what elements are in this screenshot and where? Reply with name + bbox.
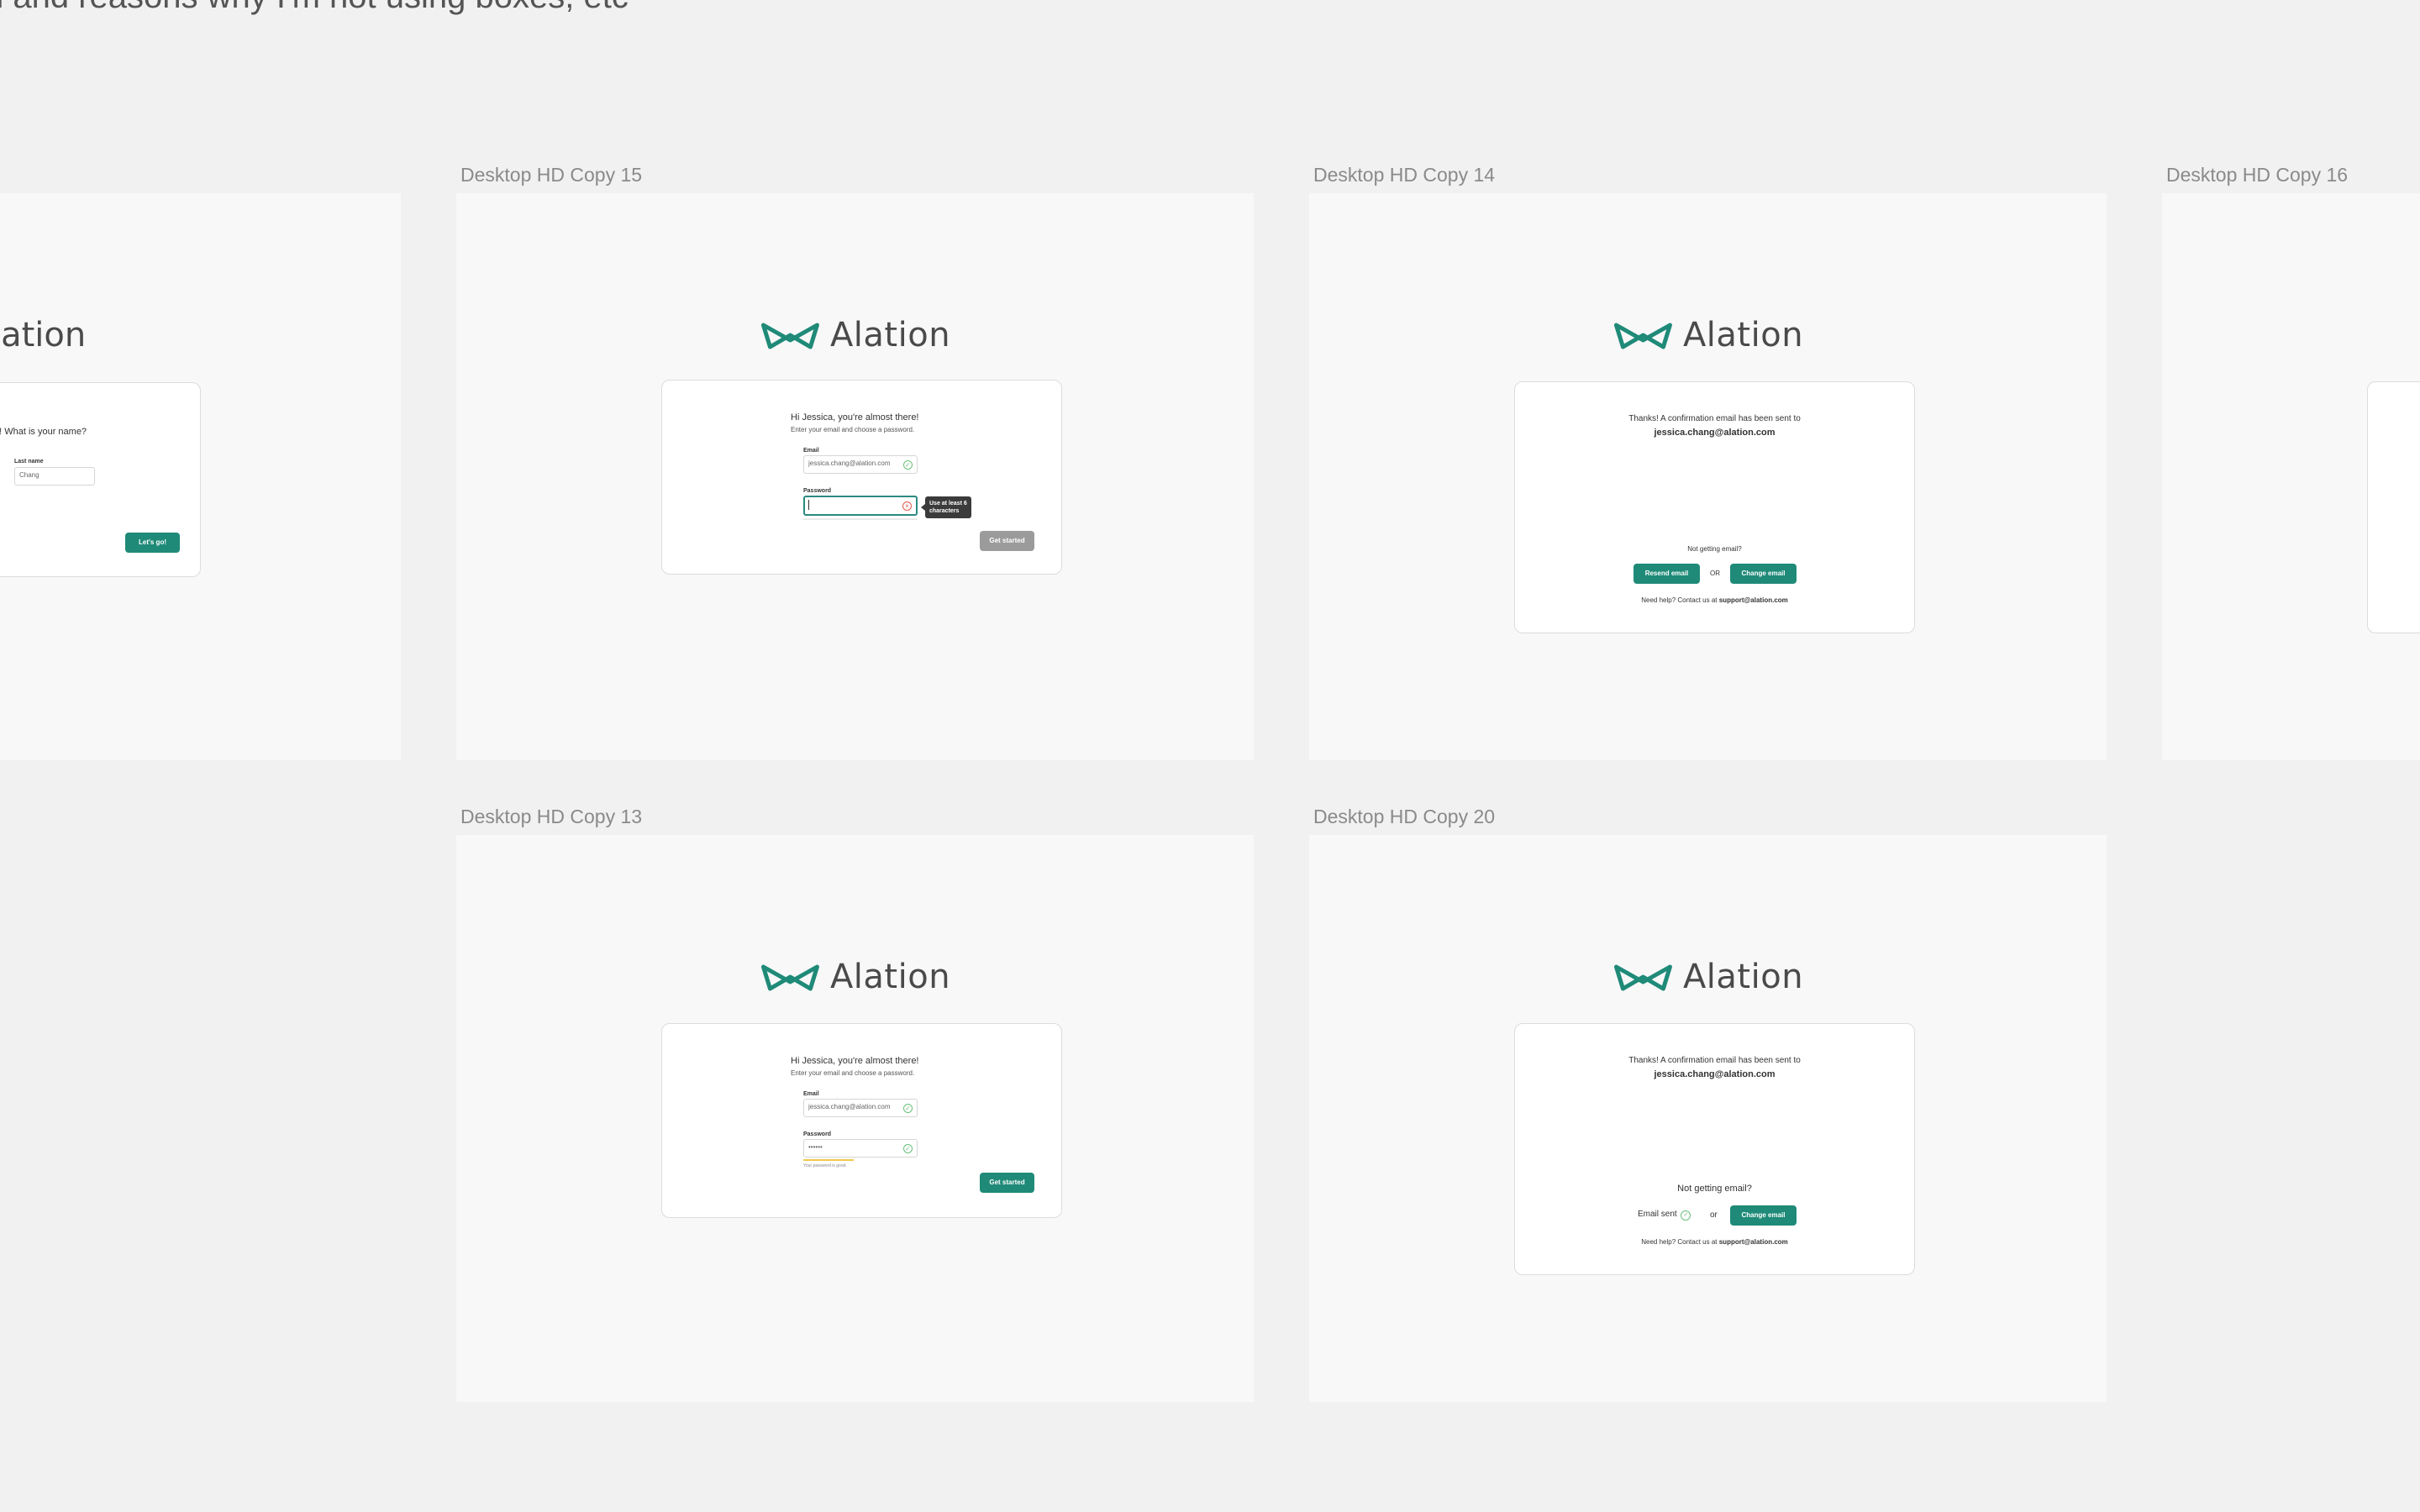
alation-logo: Alation	[1612, 316, 1803, 354]
logo-wordmark: Alation	[1682, 316, 1804, 354]
check-icon: ✓	[903, 460, 913, 470]
not-getting-email: Not getting email?	[1677, 1184, 1752, 1194]
change-email-button[interactable]: Change email	[1730, 564, 1797, 584]
help-prefix: Need help? Contact us at	[1641, 1238, 1719, 1246]
check-icon: ✓	[1681, 1210, 1691, 1221]
artboard-copy-14[interactable]: Alation Thanks! A confirmation email has…	[1309, 193, 2107, 760]
bowtie-logo-icon	[1613, 964, 1672, 991]
artboard-label: Desktop HD Copy 14	[1313, 164, 1496, 186]
greeting: Hi Jessica, you're almost there!	[791, 412, 919, 423]
help-text: Need help? Contact us at support@alation…	[1515, 1238, 1914, 1246]
email-value: jessica.chang@alation.com	[808, 459, 891, 467]
text-caret	[808, 500, 809, 510]
strength-bar	[803, 518, 918, 520]
password-value: ••••••	[808, 1143, 823, 1151]
password-label: Password	[803, 1131, 832, 1137]
confirmation-email: jessica.chang@alation.com	[1654, 428, 1776, 438]
or-divider: or	[1710, 1210, 1718, 1220]
password-field[interactable]: •••••• ✓	[803, 1139, 918, 1158]
subtitle: Enter your email and choose a password.	[791, 1069, 915, 1077]
logo-wordmark: Alation	[829, 958, 951, 996]
logo-wordmark: Alation	[1682, 958, 1804, 996]
logo-wordmark: Alation	[829, 316, 951, 354]
error-icon: ×	[902, 501, 912, 511]
tooltip-line-2: characters	[929, 508, 960, 514]
email-sent-status: Email sent ✓	[1638, 1210, 1691, 1221]
alation-logo: Alation	[760, 958, 950, 996]
change-email-button[interactable]: Change email	[1730, 1205, 1797, 1226]
password-field[interactable]: ×	[803, 496, 918, 516]
artboard-copy-13[interactable]: Alation Hi Jessica, you're almost there!…	[456, 835, 1254, 1402]
confirmation-card: Thanks! A confirmation email has been se…	[1514, 1023, 1915, 1275]
lets-go-button[interactable]: Let's go!	[125, 533, 180, 553]
canvas-note: n and reasons why I'm not using boxes, e…	[0, 0, 629, 16]
get-started-button[interactable]: Get started	[980, 531, 1034, 551]
resend-email-button[interactable]: Resend email	[1634, 564, 1700, 584]
signup-card: Hi Jessica, you're almost there! Enter y…	[661, 1023, 1062, 1218]
confirmation-text: Thanks! A confirmation email has been se…	[1628, 414, 1801, 423]
not-getting-email: Not getting email?	[1687, 545, 1742, 553]
password-label: Password	[803, 488, 832, 494]
last-name-label: Last name	[14, 459, 44, 465]
support-email-link[interactable]: support@alation.com	[1719, 596, 1788, 604]
email-label: Email	[803, 448, 819, 454]
check-icon: ✓	[903, 1104, 913, 1113]
brand-wordmark: lation	[0, 316, 87, 354]
email-value: jessica.chang@alation.com	[808, 1103, 891, 1110]
artboard-left[interactable]: lation n! What is your name? Last name C…	[0, 193, 401, 760]
get-started-button[interactable]: Get started	[980, 1173, 1034, 1193]
name-question: n! What is your name?	[0, 427, 87, 437]
name-card: n! What is your name? Last name Chang Le…	[0, 382, 201, 577]
bowtie-logo-icon	[760, 323, 819, 349]
check-icon: ✓	[903, 1144, 913, 1153]
confirmation-card: Thanks! A confirmation email has been se…	[1514, 381, 1915, 633]
artboard-label: Desktop HD Copy 13	[460, 806, 643, 827]
confirmation-text: Thanks! A confirmation email has been se…	[1628, 1056, 1801, 1065]
password-tooltip: Use at least 6 characters	[921, 496, 971, 518]
support-email-link[interactable]: support@alation.com	[1719, 1238, 1788, 1246]
email-sent-text: Email sent	[1638, 1210, 1677, 1219]
email-label: Email	[803, 1091, 819, 1097]
artboard-copy-16[interactable]	[2162, 193, 2420, 760]
artboard-label: Desktop HD Copy 20	[1313, 806, 1496, 827]
help-prefix: Need help? Contact us at	[1641, 596, 1719, 604]
alation-logo: Alation	[1612, 958, 1803, 996]
bowtie-logo-icon	[760, 964, 819, 991]
last-name-value: Chang	[19, 471, 39, 479]
or-divider: OR	[1710, 570, 1720, 577]
strength-bar	[803, 1159, 854, 1161]
alation-logo: Alation	[760, 316, 950, 354]
card-partial	[2367, 381, 2420, 633]
subtitle: Enter your email and choose a password.	[791, 426, 915, 433]
confirmation-email: jessica.chang@alation.com	[1654, 1069, 1776, 1079]
email-field[interactable]: jessica.chang@alation.com ✓	[803, 455, 918, 474]
bowtie-logo-icon	[1613, 323, 1672, 349]
signup-card: Hi Jessica, you're almost there! Enter y…	[661, 380, 1062, 575]
password-hint: Your password is good.	[803, 1163, 847, 1168]
greeting: Hi Jessica, you're almost there!	[791, 1056, 919, 1066]
artboard-label: Desktop HD Copy 16	[2166, 164, 2349, 186]
artboard-label: Desktop HD Copy 15	[460, 164, 643, 186]
artboard-copy-15[interactable]: Alation Hi Jessica, you're almost there!…	[456, 193, 1254, 760]
last-name-field[interactable]: Chang	[14, 467, 95, 486]
tooltip-line-1: Use at least 6	[929, 501, 967, 507]
email-field[interactable]: jessica.chang@alation.com ✓	[803, 1099, 918, 1117]
artboard-copy-20[interactable]: Alation Thanks! A confirmation email has…	[1309, 835, 2107, 1402]
help-text: Need help? Contact us at support@alation…	[1515, 596, 1914, 604]
